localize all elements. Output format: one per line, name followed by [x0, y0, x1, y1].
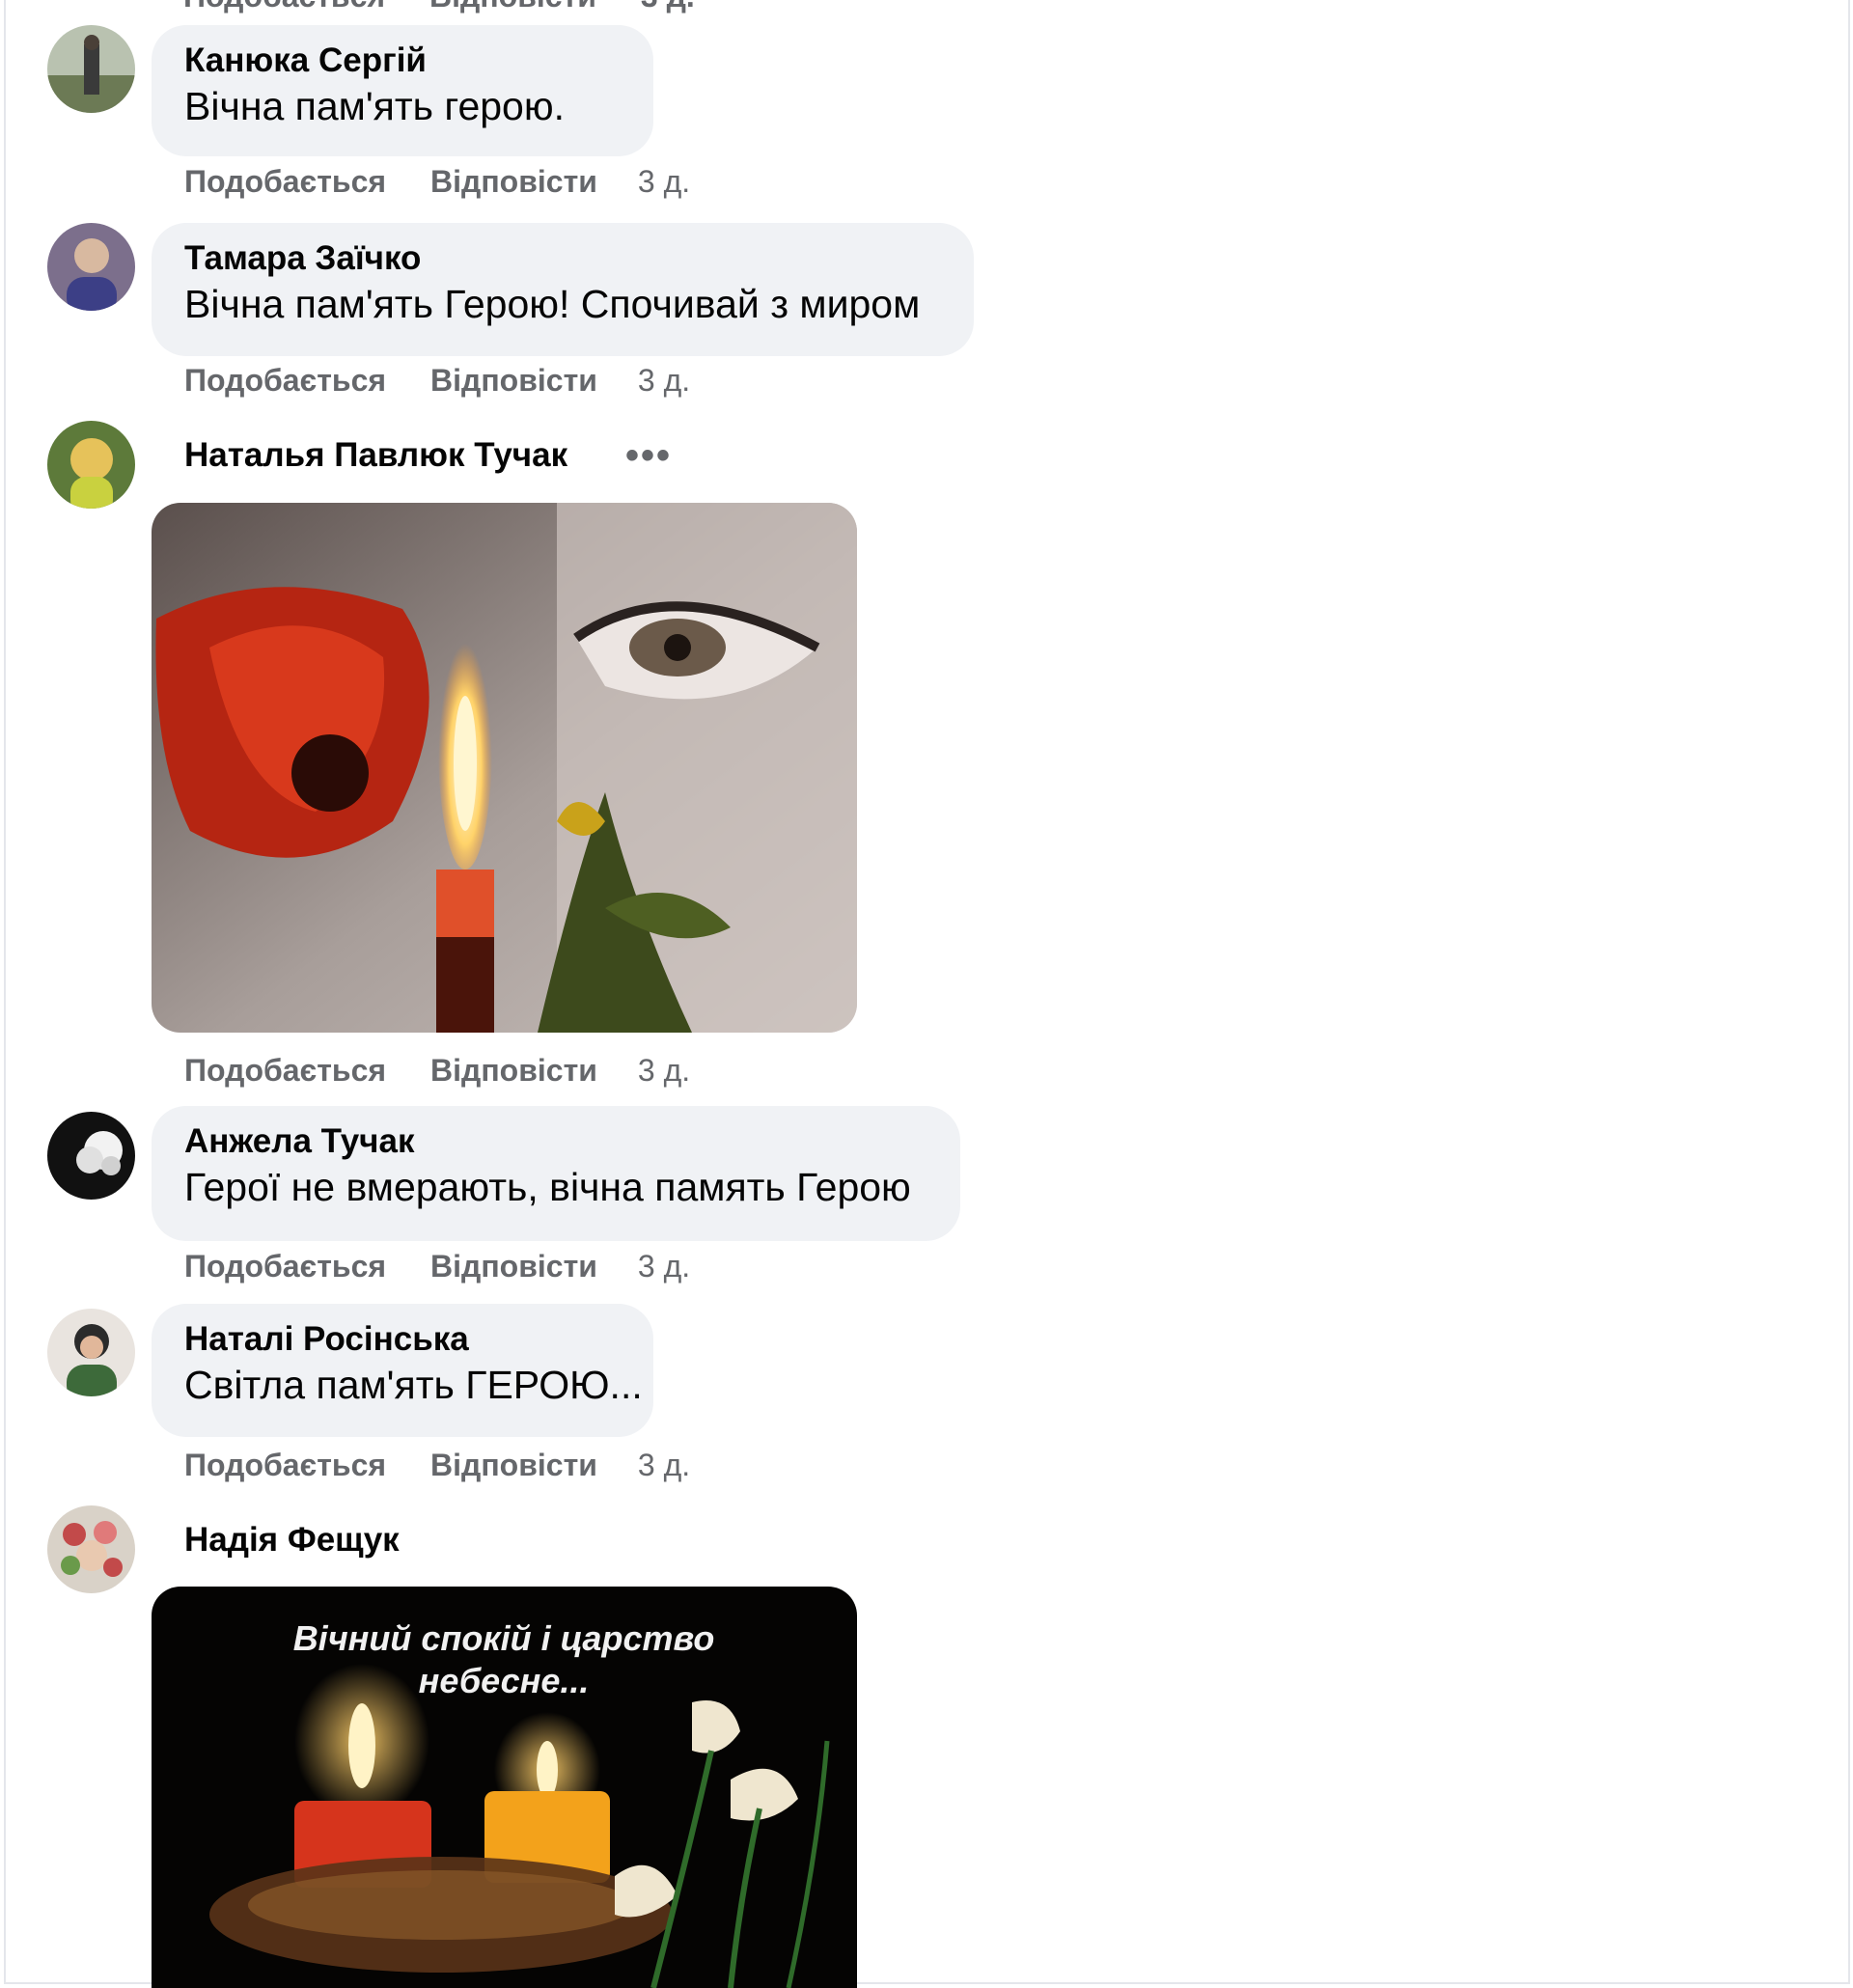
avatar[interactable] [47, 1309, 135, 1396]
reply-link[interactable]: Відповісти [430, 1448, 597, 1483]
comment-author[interactable]: Тамара Заїчко [184, 238, 941, 279]
comment-actions: Подобається Відповісти 3 д. [184, 164, 690, 200]
like-link[interactable]: Подобається [183, 0, 385, 14]
comment-time[interactable]: 3 д. [638, 1249, 690, 1284]
avatar[interactable] [47, 223, 135, 311]
like-link[interactable]: Подобається [184, 1053, 386, 1089]
reply-link[interactable]: Відповісти [430, 1053, 597, 1089]
comment-actions: Подобається Відповісти 3 д. [184, 363, 690, 399]
reply-link[interactable]: Відповісти [430, 363, 597, 399]
comment-text: Вічна пам'ять герою. [184, 84, 566, 128]
comment-time[interactable]: 3 д. [638, 1053, 690, 1089]
comment-bubble: Канюка Сергій Вічна пам'ять герою. [152, 25, 653, 156]
comment-time[interactable]: 3 д. [638, 1448, 690, 1483]
reply-link[interactable]: Відповісти [430, 164, 597, 200]
comment-text: Вічна пам'ять Герою! Спочивай з миром [184, 282, 921, 326]
comment-author[interactable]: Канюка Сергій [184, 41, 621, 81]
reply-link[interactable]: Відповісти [430, 1249, 597, 1284]
avatar[interactable] [47, 1505, 135, 1593]
like-link[interactable]: Подобається [184, 1448, 386, 1483]
comment-author[interactable]: Наталья Павлюк Тучак [184, 436, 567, 475]
comment-time[interactable]: 3 д. [638, 363, 690, 399]
like-link[interactable]: Подобається [184, 363, 386, 399]
comment-bubble: Анжела Тучак Герої не вмерають, вічна па… [152, 1106, 960, 1241]
comment-author[interactable]: Надія Фещук [184, 1521, 400, 1560]
comment-text: Герої не вмерають, вічна память Герою [184, 1165, 911, 1209]
comment-text: Світла пам'ять ГЕРОЮ... [184, 1363, 643, 1407]
more-horizontal-icon[interactable]: ••• [625, 434, 672, 478]
comment-actions: Подобається Відповісти 3 д. [184, 1053, 690, 1089]
comment-author[interactable]: Анжела Тучак [184, 1121, 927, 1162]
avatar[interactable] [47, 25, 135, 113]
comment-time[interactable]: 3 д. [638, 164, 690, 200]
comment-author[interactable]: Наталі Росінська [184, 1319, 621, 1360]
comment-actions: Подобається Відповісти 3 д. [184, 1249, 690, 1284]
like-link[interactable]: Подобається [184, 1249, 386, 1284]
previous-comment-actions: Подобається Відповісти 3 д. [183, 0, 695, 14]
like-link[interactable]: Подобається [184, 164, 386, 200]
image-caption: Вічний спокій і царство [293, 1618, 715, 1658]
image-caption: небесне... [419, 1661, 590, 1700]
comment-image[interactable] [152, 503, 857, 1033]
reply-link[interactable]: Відповісти [429, 0, 596, 14]
comment-bubble: Тамара Заїчко Вічна пам'ять Герою! Спочи… [152, 223, 974, 356]
comment-time[interactable]: 3 д. [641, 0, 695, 14]
avatar[interactable] [47, 421, 135, 509]
comment-image[interactable]: Вічний спокій і царство небесне... [152, 1587, 857, 1988]
comment-bubble: Наталі Росінська Світла пам'ять ГЕРОЮ... [152, 1304, 653, 1437]
avatar[interactable] [47, 1112, 135, 1200]
comment-actions: Подобається Відповісти 3 д. [184, 1448, 690, 1483]
